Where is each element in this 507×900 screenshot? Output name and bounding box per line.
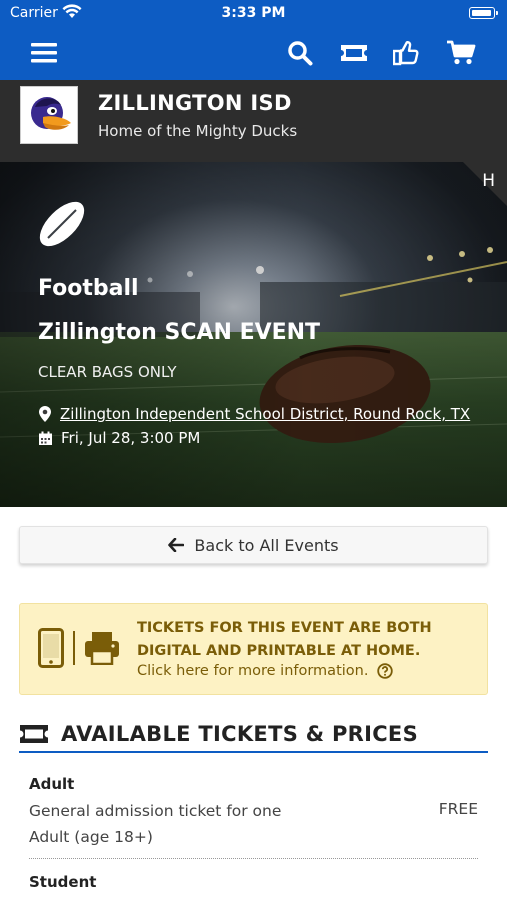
mobile-phone-icon	[38, 628, 64, 668]
status-time: 3:33 PM	[221, 5, 286, 21]
event-location-link[interactable]: Zillington Independent School District, …	[60, 405, 470, 423]
school-name: ZILLINGTON ISD	[98, 91, 292, 115]
football-icon	[39, 201, 85, 247]
more-info-link[interactable]: Click here for more information.	[137, 663, 394, 679]
tickets-heading-title: AVAILABLE TICKETS & PRICES	[61, 722, 419, 746]
icon-separator	[73, 631, 75, 665]
back-to-events-button[interactable]: Back to All Events	[19, 526, 488, 564]
nav-bar	[0, 28, 507, 80]
hamburger-menu-icon[interactable]	[27, 36, 61, 70]
school-logo	[20, 86, 78, 144]
event-datetime: Fri, Jul 28, 3:00 PM	[38, 429, 200, 447]
notice-headline: TICKETS FOR THIS EVENT ARE BOTH DIGITAL …	[137, 620, 432, 659]
back-button-label: Back to All Events	[194, 535, 339, 555]
duck-mascot-icon	[31, 97, 71, 130]
ticket-divider	[29, 858, 478, 859]
event-location: Zillington Independent School District, …	[38, 405, 470, 423]
ticket-icon[interactable]	[337, 36, 371, 70]
battery-icon	[469, 7, 498, 19]
ticket-delivery-notice: TICKETS FOR THIS EVENT ARE BOTH DIGITAL …	[19, 603, 488, 695]
event-title: Zillington SCAN EVENT	[38, 320, 321, 345]
hero-corner-button[interactable]: H	[482, 171, 495, 191]
event-sport: Football	[38, 276, 139, 301]
printer-icon	[85, 632, 119, 665]
ticket-name: Student	[29, 873, 97, 891]
calendar-icon	[39, 431, 52, 445]
ticket-name: Adult	[29, 775, 75, 793]
ticket-price: FREE	[438, 800, 478, 818]
search-icon[interactable]	[283, 36, 317, 70]
top-bar: Carrier 3:33 PM	[0, 0, 507, 80]
ticket-description: General admission ticket for one Adult (…	[29, 802, 282, 846]
status-bar: Carrier 3:33 PM	[0, 0, 507, 28]
event-datetime-text: Fri, Jul 28, 3:00 PM	[61, 429, 201, 447]
event-hero: H Football Zillington SCAN EVENT CLEAR B…	[0, 162, 507, 507]
tickets-heading: AVAILABLE TICKETS & PRICES	[19, 717, 488, 753]
map-marker-icon	[39, 406, 51, 422]
school-tagline: Home of the Mighty Ducks	[98, 122, 298, 140]
event-note: CLEAR BAGS ONLY	[38, 363, 177, 381]
more-info-link-text: Click here for more information.	[137, 663, 369, 679]
school-header: ZILLINGTON ISD Home of the Mighty Ducks	[0, 80, 507, 162]
thumbs-up-icon[interactable]	[389, 36, 423, 70]
ticket-icon	[20, 725, 48, 743]
arrow-left-icon	[168, 538, 185, 552]
question-circle-icon	[377, 663, 394, 679]
delivery-icons	[38, 628, 120, 668]
cart-icon[interactable]	[444, 36, 478, 70]
